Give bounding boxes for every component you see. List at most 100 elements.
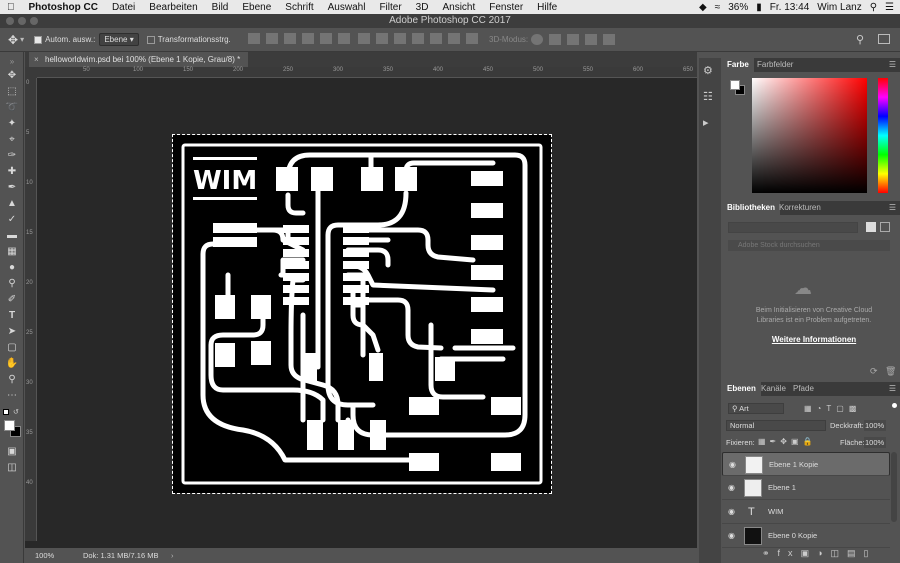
healing-tool-icon[interactable]: ✚ [4,166,20,178]
hand-tool-icon[interactable]: ✋ [4,358,20,370]
layer-row-ebene-1[interactable]: ◉ Ebene 1 [722,476,890,500]
align-right-icon[interactable] [337,33,350,44]
lasso-tool-icon[interactable]: ➰ [4,102,20,114]
status-menu-icon[interactable]: › [171,548,174,563]
layer-row-wim[interactable]: ◉ T WIM [722,500,890,524]
cc-sync-icon[interactable]: ⟳ [870,366,878,377]
dropbox-icon[interactable]: ◆ [699,2,707,13]
close-window-icon[interactable] [6,17,14,25]
document-tab[interactable]: × helloworldwim.psd bei 100% (Ebene 1 Ko… [29,52,249,67]
ruler-horizontal[interactable]: 50 100 150 200 250 300 350 400 450 500 550 600 650 [37,67,697,78]
actions-panel-icon[interactable]: ▸ [703,116,709,129]
clock[interactable]: Fr. 13:44 [770,2,809,13]
filter-toggle-icon[interactable] [892,403,897,408]
align-bottom-icon[interactable] [283,33,296,44]
zoom-window-icon[interactable] [30,17,38,25]
minimize-window-icon[interactable] [18,17,26,25]
panel-menu-icon[interactable]: ☰ [889,201,896,215]
brush-tool-icon[interactable]: ✒ [4,182,20,194]
panel-menu-icon[interactable]: ☰ [889,58,896,72]
document-canvas[interactable]: WIM [172,134,552,494]
move-tool-preset-icon[interactable]: ✥ [8,33,18,47]
gradient-tool-icon[interactable]: ▦ [4,246,20,258]
search-icon[interactable]: ⚲ [856,33,864,46]
swap-colors-icon[interactable]: ↺ [13,408,19,416]
add-mask-icon[interactable]: ▣ [801,548,818,558]
move-tool-icon[interactable]: ✥ [4,70,20,82]
panel-menu-icon[interactable]: ☰ [889,382,896,396]
menu-auswahl[interactable]: Auswahl [321,2,373,13]
distribute-right-icon[interactable] [448,33,461,44]
stock-search-input[interactable]: Adobe Stock durchsuchen [728,240,890,251]
menu-bearbeiten[interactable]: Bearbeiten [142,2,204,13]
align-hcenter-icon[interactable] [319,33,332,44]
default-colors-icon[interactable] [3,409,9,415]
roll-3d-icon[interactable] [549,34,562,45]
distribute-top-icon[interactable] [358,33,371,44]
auto-select-checkbox[interactable] [34,35,43,44]
clone-stamp-tool-icon[interactable]: ▲ [4,198,20,210]
pen-tool-icon[interactable]: ✐ [4,294,20,306]
wifi-icon[interactable]: ≈ [715,2,721,13]
crop-tool-icon[interactable]: ⌖ [4,134,20,146]
tab-farbe[interactable]: Farbe [722,58,754,72]
layer-filter-icons[interactable]: ▦◔T▢▩ [804,404,861,413]
lock-icons[interactable]: ▦✒✥▣🔒 [758,437,816,446]
opacity-input[interactable]: 100% [864,420,886,431]
tab-korrekturen[interactable]: Korrekturen [774,201,826,215]
layers-scrollbar[interactable] [891,452,897,522]
slide-3d-icon[interactable] [585,34,598,45]
layer-filter-dropdown[interactable]: ⚲ Art [728,403,784,414]
dodge-tool-icon[interactable]: ⚲ [4,278,20,290]
new-group-icon[interactable]: ◫ [831,548,848,558]
visibility-eye-icon[interactable]: ◉ [728,476,735,500]
zoom-tool-icon[interactable]: ⚲ [4,374,20,386]
history-brush-tool-icon[interactable]: ✓ [4,214,20,226]
tab-farbfelder[interactable]: Farbfelder [752,58,798,72]
eraser-tool-icon[interactable]: ▬ [4,230,20,242]
distribute-bottom-icon[interactable] [394,33,407,44]
list-view-icon[interactable] [880,222,890,232]
menu-datei[interactable]: Datei [105,2,142,13]
adjustment-layer-icon[interactable]: ◑ [817,548,830,558]
distribute-vcenter-icon[interactable] [376,33,389,44]
close-tab-icon[interactable]: × [34,52,39,67]
visibility-eye-icon[interactable]: ◉ [728,524,735,548]
distribute-left-icon[interactable] [412,33,425,44]
more-tools-icon[interactable]: ⋯ [4,390,20,402]
hue-slider[interactable] [878,78,888,193]
document-info[interactable]: Dok: 1.31 MB/7.16 MB [83,548,158,563]
menu-schrift[interactable]: Schrift [278,2,320,13]
menu-filter[interactable]: Filter [372,2,408,13]
more-info-link[interactable]: Weitere Informationen [744,335,884,344]
fx-icon[interactable]: fx [778,548,801,558]
align-top-icon[interactable] [247,33,260,44]
workspace-icon[interactable] [878,34,890,44]
orbit-3d-icon[interactable] [531,34,544,45]
menu-ebene[interactable]: Ebene [235,2,278,13]
new-layer-icon[interactable]: ▤ [847,548,864,558]
delete-layer-icon[interactable]: ▯ [864,548,877,558]
ruler-origin[interactable] [25,67,37,78]
align-vcenter-icon[interactable] [265,33,278,44]
properties-panel-icon[interactable]: ☷ [703,90,713,103]
drag-3d-icon[interactable] [567,34,580,45]
layer-row-ebene-0-kopie[interactable]: ◉ Ebene 0 Kopie [722,524,890,548]
marquee-tool-icon[interactable]: ⬚ [4,86,20,98]
align-left-icon[interactable] [301,33,314,44]
auto-align-icon[interactable] [466,33,479,44]
chevron-down-icon[interactable]: ▾ [20,35,24,44]
fill-input[interactable]: 100% [864,437,886,448]
blur-tool-icon[interactable]: ● [4,262,20,274]
battery-icon[interactable]: ▮ [756,2,762,13]
tab-pfade[interactable]: Pfade [788,382,819,396]
visibility-eye-icon[interactable]: ◉ [728,500,735,524]
apple-menu-icon[interactable]:  [0,2,22,13]
quick-select-tool-icon[interactable]: ✦ [4,118,20,130]
blend-mode-dropdown[interactable]: Normal [726,420,826,431]
type-tool-icon[interactable]: T [4,310,20,322]
user-name[interactable]: Wim Lanz [817,2,861,13]
library-dropdown[interactable] [728,222,858,233]
ruler-vertical[interactable]: 0 5 10 15 20 25 30 35 40 [25,78,37,541]
path-select-tool-icon[interactable]: ➤ [4,326,20,338]
